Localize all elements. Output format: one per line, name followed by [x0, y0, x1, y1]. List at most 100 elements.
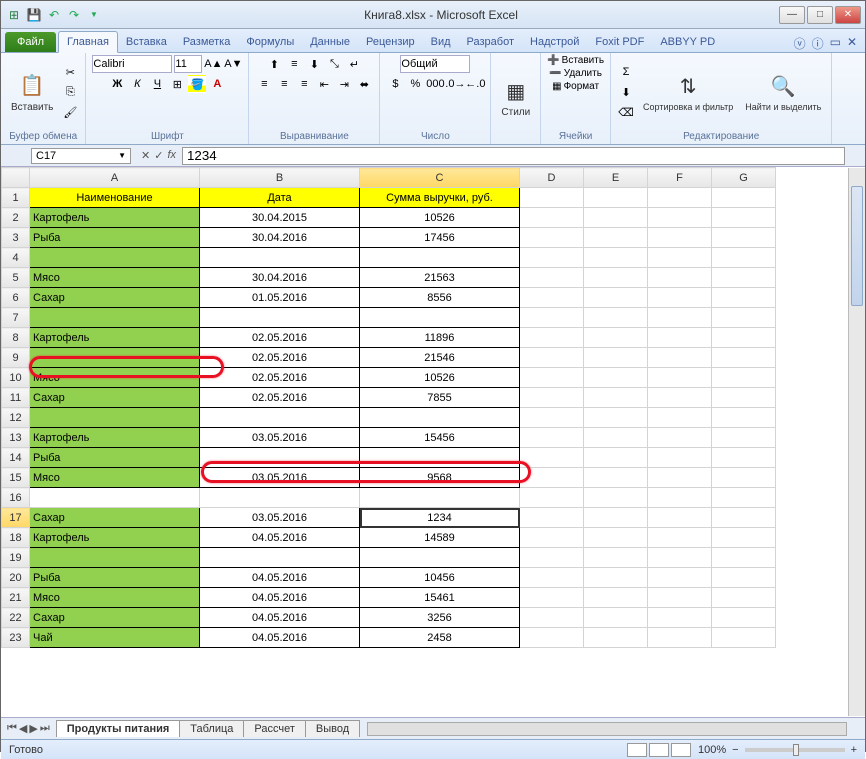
cell-B8[interactable]: 02.05.2016 [200, 328, 360, 348]
cell-G19[interactable] [712, 548, 776, 568]
formula-input[interactable] [182, 147, 845, 165]
row-header-18[interactable]: 18 [2, 528, 30, 548]
find-select-button[interactable]: 🔍 Найти и выделить [741, 70, 825, 114]
cell-C18[interactable]: 14589 [360, 528, 520, 548]
cell-E18[interactable] [584, 528, 648, 548]
cell-F20[interactable] [648, 568, 712, 588]
horizontal-scrollbar[interactable] [367, 722, 847, 736]
align-bottom-icon[interactable]: ⬇ [305, 55, 323, 73]
cell-F5[interactable] [648, 268, 712, 288]
cell-D21[interactable] [520, 588, 584, 608]
wrap-text-icon[interactable]: ↵ [345, 55, 363, 73]
cell-E20[interactable] [584, 568, 648, 588]
view-pagebreak-icon[interactable] [671, 743, 691, 757]
orientation-icon[interactable]: ⤡ [325, 55, 343, 73]
cell-C2[interactable]: 10526 [360, 208, 520, 228]
dec-decimal-icon[interactable]: ←.0 [466, 75, 484, 93]
cell-G11[interactable] [712, 388, 776, 408]
minimize-ribbon-icon[interactable]: ⓥ [794, 35, 806, 52]
cell-A12[interactable] [30, 408, 200, 428]
cell-D1[interactable] [520, 188, 584, 208]
col-header-D[interactable]: D [520, 168, 584, 188]
cell-A13[interactable]: Картофель [30, 428, 200, 448]
copy-icon[interactable]: ⎘ [61, 83, 79, 101]
cell-B22[interactable]: 04.05.2016 [200, 608, 360, 628]
cell-C6[interactable]: 8556 [360, 288, 520, 308]
cell-B4[interactable] [200, 248, 360, 268]
indent-inc-icon[interactable]: ⇥ [335, 75, 353, 93]
cell-E10[interactable] [584, 368, 648, 388]
cell-D5[interactable] [520, 268, 584, 288]
row-header-10[interactable]: 10 [2, 368, 30, 388]
qat-dropdown-icon[interactable]: ▼ [85, 6, 103, 24]
cell-D14[interactable] [520, 448, 584, 468]
row-header-16[interactable]: 16 [2, 488, 30, 508]
cell-C7[interactable] [360, 308, 520, 328]
font-size-input[interactable] [174, 55, 202, 73]
zoom-in-icon[interactable]: + [851, 744, 857, 756]
cell-F19[interactable] [648, 548, 712, 568]
number-format-select[interactable] [400, 55, 470, 73]
cell-G14[interactable] [712, 448, 776, 468]
font-name-input[interactable] [92, 55, 172, 73]
maximize-button[interactable]: □ [807, 6, 833, 24]
cell-B20[interactable]: 04.05.2016 [200, 568, 360, 588]
help-icon[interactable]: ⓘ [812, 35, 824, 52]
row-header-1[interactable]: 1 [2, 188, 30, 208]
cell-D15[interactable] [520, 468, 584, 488]
sheet-tab-2[interactable]: Рассчет [243, 720, 306, 737]
cell-F14[interactable] [648, 448, 712, 468]
cell-G5[interactable] [712, 268, 776, 288]
cell-E11[interactable] [584, 388, 648, 408]
cell-D23[interactable] [520, 628, 584, 648]
cell-G8[interactable] [712, 328, 776, 348]
cell-D18[interactable] [520, 528, 584, 548]
cell-B6[interactable]: 01.05.2016 [200, 288, 360, 308]
tab-data[interactable]: Данные [302, 32, 358, 52]
row-header-20[interactable]: 20 [2, 568, 30, 588]
cell-E5[interactable] [584, 268, 648, 288]
row-header-15[interactable]: 15 [2, 468, 30, 488]
merge-icon[interactable]: ⬌ [355, 75, 373, 93]
cut-icon[interactable]: ✂ [61, 63, 79, 81]
cell-A9[interactable] [30, 348, 200, 368]
cell-G16[interactable] [712, 488, 776, 508]
cell-D2[interactable] [520, 208, 584, 228]
minimize-button[interactable]: — [779, 6, 805, 24]
cell-E2[interactable] [584, 208, 648, 228]
cell-F8[interactable] [648, 328, 712, 348]
cell-A10[interactable]: Мясо [30, 368, 200, 388]
cell-C21[interactable]: 15461 [360, 588, 520, 608]
cell-G12[interactable] [712, 408, 776, 428]
cell-C12[interactable] [360, 408, 520, 428]
cell-E1[interactable] [584, 188, 648, 208]
tab-foxit[interactable]: Foxit PDF [587, 32, 652, 52]
cell-E7[interactable] [584, 308, 648, 328]
cell-A11[interactable]: Сахар [30, 388, 200, 408]
format-painter-icon[interactable]: 🖌 [61, 103, 79, 121]
cell-D16[interactable] [520, 488, 584, 508]
cell-F1[interactable] [648, 188, 712, 208]
cell-D22[interactable] [520, 608, 584, 628]
cell-F7[interactable] [648, 308, 712, 328]
row-header-13[interactable]: 13 [2, 428, 30, 448]
tab-developer[interactable]: Разработ [459, 32, 522, 52]
cell-D10[interactable] [520, 368, 584, 388]
col-header-G[interactable]: G [712, 168, 776, 188]
cell-F13[interactable] [648, 428, 712, 448]
cell-C22[interactable]: 3256 [360, 608, 520, 628]
insert-cells-button[interactable]: ➕Вставить [547, 55, 604, 66]
sheet-nav-first-icon[interactable]: ⏮ [7, 722, 17, 735]
cell-G3[interactable] [712, 228, 776, 248]
cell-E23[interactable] [584, 628, 648, 648]
cell-B15[interactable]: 03.05.2016 [200, 468, 360, 488]
cell-F21[interactable] [648, 588, 712, 608]
cell-D20[interactable] [520, 568, 584, 588]
cell-A17[interactable]: Сахар [30, 508, 200, 528]
vertical-scrollbar[interactable] [848, 168, 865, 716]
cell-G10[interactable] [712, 368, 776, 388]
cell-A21[interactable]: Мясо [30, 588, 200, 608]
row-header-2[interactable]: 2 [2, 208, 30, 228]
row-header-5[interactable]: 5 [2, 268, 30, 288]
cancel-formula-icon[interactable]: ✕ [141, 149, 150, 162]
